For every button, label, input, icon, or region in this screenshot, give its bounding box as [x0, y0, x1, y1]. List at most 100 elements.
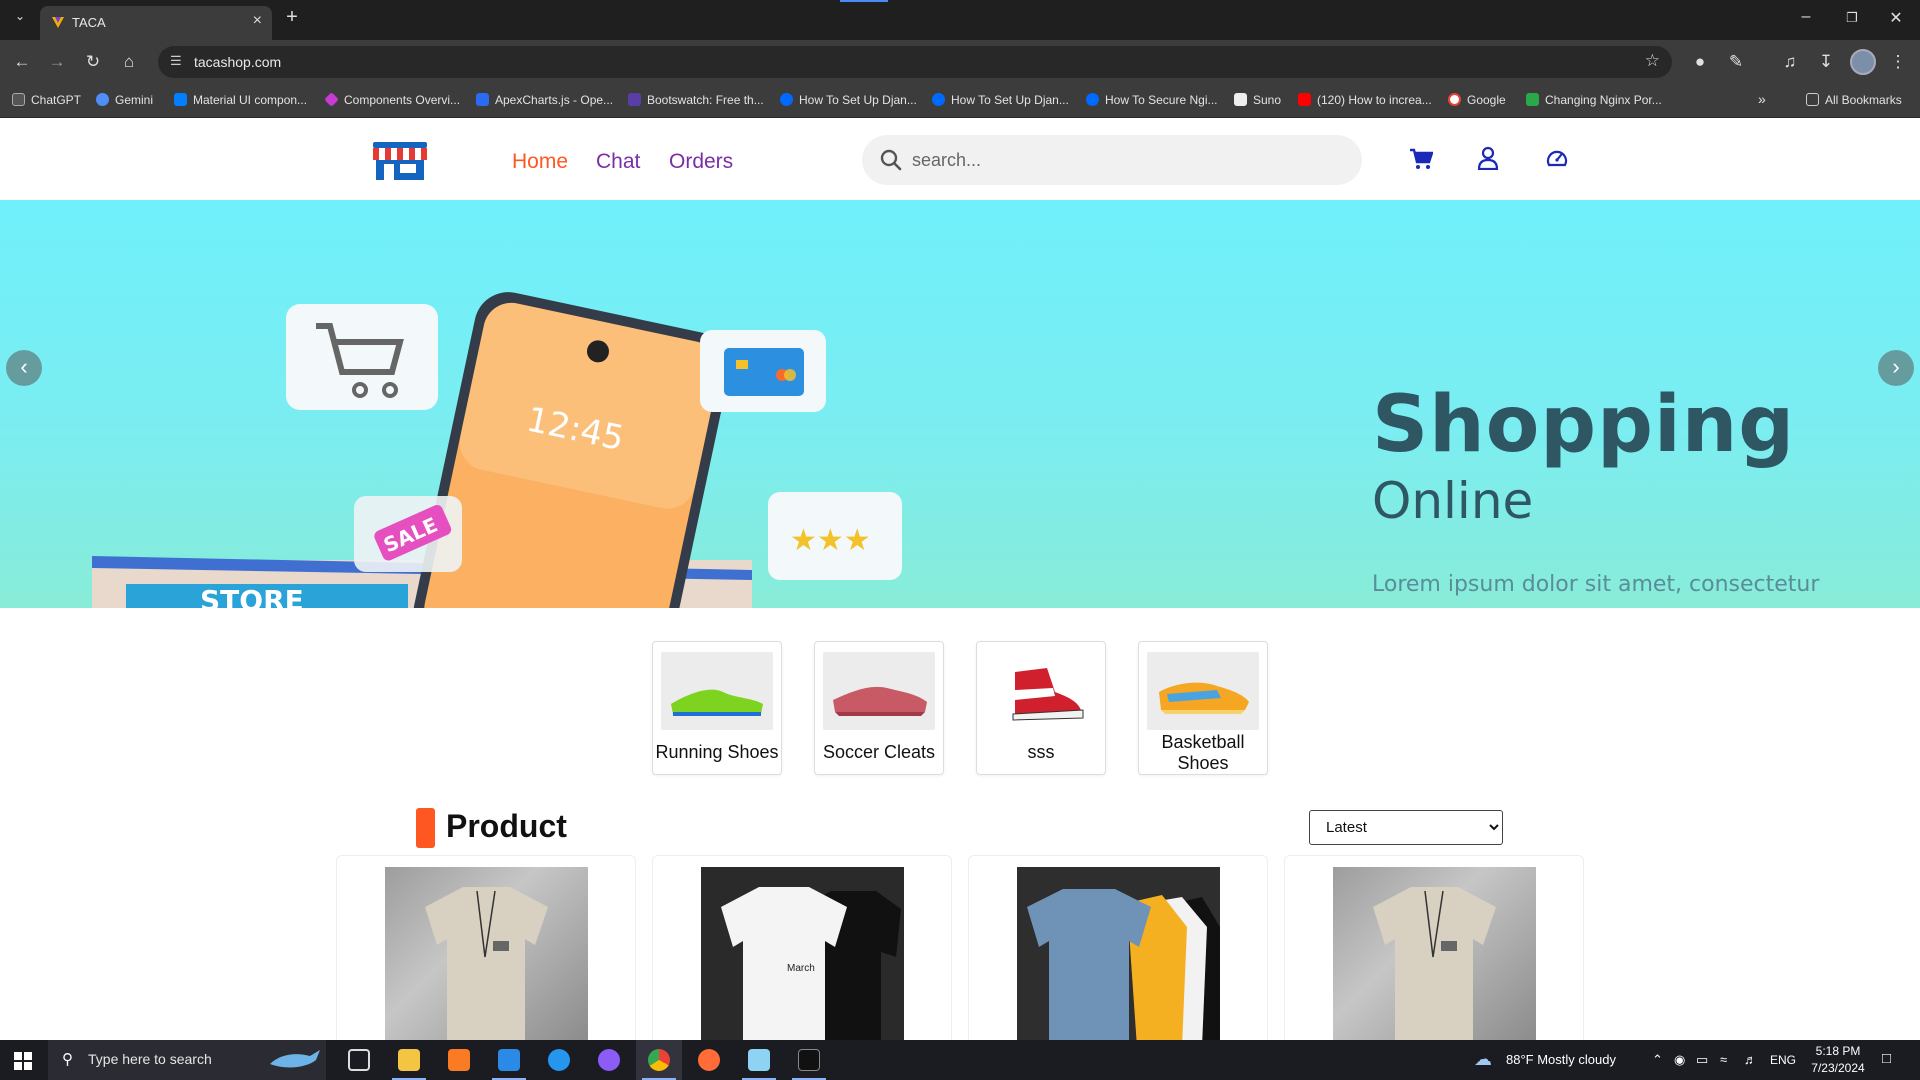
product-card[interactable]	[336, 855, 636, 1055]
site-favicon-icon	[52, 17, 64, 28]
bookmark-item[interactable]: Changing Nginx Por...	[1526, 93, 1662, 107]
volume-icon[interactable]: ♬	[1744, 1052, 1757, 1067]
search-input[interactable]	[912, 147, 1332, 173]
github-desktop-icon[interactable]	[586, 1040, 632, 1080]
battery-icon[interactable]: ▭	[1696, 1052, 1708, 1068]
store-sign-text: STORE	[200, 584, 304, 608]
soccer-cleat-icon	[833, 686, 927, 716]
product-image	[385, 867, 588, 1047]
bookmark-item[interactable]: Gemini	[96, 93, 153, 107]
search-icon[interactable]: ⚲	[62, 1050, 73, 1068]
bookmark-item[interactable]: ApexCharts.js - Ope...	[476, 93, 613, 107]
user-icon[interactable]	[1477, 146, 1499, 170]
cart-icon[interactable]	[1409, 148, 1433, 170]
minimize-icon[interactable]: –	[1786, 8, 1826, 26]
new-tab-icon[interactable]: +	[272, 6, 312, 29]
wifi-icon[interactable]: ≈	[1720, 1052, 1727, 1067]
close-window-icon[interactable]: ✕	[1876, 8, 1916, 28]
xampp-icon[interactable]	[436, 1040, 482, 1080]
weather-text[interactable]: 88°F Mostly cloudy	[1506, 1052, 1616, 1067]
running-shoe-icon	[671, 689, 763, 716]
bookmark-item[interactable]: How To Set Up Djan...	[780, 93, 917, 107]
digitalocean-icon	[780, 93, 793, 106]
postman-icon[interactable]	[686, 1040, 732, 1080]
bookmark-star-icon[interactable]: ☆	[1645, 51, 1660, 71]
weather-icon[interactable]: ☁	[1474, 1049, 1492, 1070]
bookmark-item[interactable]: How To Set Up Djan...	[932, 93, 1069, 107]
nav-home[interactable]: Home	[512, 150, 568, 174]
notifications-icon[interactable]: □	[1882, 1050, 1891, 1067]
tab-search-icon[interactable]: ⌄	[0, 9, 40, 23]
category-card-basketball-shoes[interactable]: Basketball Shoes	[1138, 641, 1268, 775]
tab-title: TACA	[72, 15, 106, 30]
mui-icon	[174, 93, 187, 106]
notepad-icon[interactable]	[736, 1040, 782, 1080]
task-view-icon[interactable]	[336, 1040, 382, 1080]
bookmark-item[interactable]: (120) How to increa...	[1298, 93, 1432, 107]
address-url: tacashop.com	[194, 54, 282, 70]
components-icon	[324, 92, 339, 107]
category-card-running-shoes[interactable]: Running Shoes	[652, 641, 782, 775]
browser-tab[interactable]: TACA ×	[40, 6, 272, 40]
back-icon[interactable]: ←	[10, 50, 34, 74]
docker-icon[interactable]	[536, 1040, 582, 1080]
close-tab-icon[interactable]: ×	[253, 12, 262, 30]
chrome-icon[interactable]	[636, 1040, 682, 1080]
more-bookmarks-icon[interactable]: »	[1758, 91, 1766, 107]
forward-icon[interactable]: →	[45, 50, 69, 74]
windows-start-icon[interactable]	[14, 1052, 32, 1070]
home-icon[interactable]: ⌂	[117, 50, 141, 74]
bookmark-item[interactable]: How To Secure Ngi...	[1086, 93, 1218, 107]
product-card[interactable]	[1284, 855, 1584, 1055]
nginx-icon	[1526, 93, 1539, 106]
reload-icon[interactable]: ↻	[81, 50, 105, 74]
sort-select[interactable]: Latest	[1309, 810, 1503, 845]
digitalocean-icon	[932, 93, 945, 106]
store-logo-icon[interactable]	[370, 138, 430, 182]
category-card-soccer-cleats[interactable]: Soccer Cleats	[814, 641, 944, 775]
bookmark-item[interactable]: Google	[1448, 93, 1506, 107]
bookmark-item[interactable]: Components Overvi...	[324, 92, 460, 107]
carousel-prev-button[interactable]: ‹	[6, 350, 42, 386]
bookmark-item[interactable]: Suno	[1234, 93, 1281, 107]
nav-chat[interactable]: Chat	[596, 150, 640, 174]
show-hidden-icons[interactable]: ⌃	[1652, 1052, 1663, 1068]
carousel-next-button[interactable]: ›	[1878, 350, 1914, 386]
bookmark-item[interactable]: ChatGPT	[12, 93, 81, 107]
product-card[interactable]	[968, 855, 1268, 1055]
vscode-icon[interactable]	[486, 1040, 532, 1080]
media-icon[interactable]: ♫	[1778, 50, 1802, 74]
browser-toolbar: ← → ↻ ⌂ ☰ tacashop.com ☆ ● ✎ ♫ ↧ ⋮	[0, 40, 1920, 84]
terminal-icon[interactable]	[786, 1040, 832, 1080]
puzzle-icon[interactable]: ✎	[1724, 50, 1748, 74]
bookmark-item[interactable]: Material UI compon...	[174, 93, 307, 107]
search-highlight-icon	[270, 1050, 320, 1068]
loading-indicator	[840, 0, 888, 2]
category-card-sss[interactable]: sss	[976, 641, 1106, 775]
site-header: Home Chat Orders	[0, 118, 1920, 200]
download-icon[interactable]: ↧	[1814, 50, 1838, 74]
extension-icon[interactable]: ●	[1688, 50, 1712, 74]
search-icon[interactable]	[880, 149, 902, 171]
category-label: sss	[1027, 742, 1055, 762]
language-indicator[interactable]: ENG	[1770, 1053, 1796, 1067]
taskbar-search-box: ⚲	[48, 1040, 326, 1080]
meet-now-icon[interactable]: ◉	[1674, 1052, 1685, 1068]
file-explorer-icon[interactable]	[386, 1040, 432, 1080]
clock-time[interactable]: 5:18 PM	[1810, 1044, 1866, 1058]
bookmarks-bar: ChatGPT Gemini Material UI compon... Com…	[0, 84, 1920, 118]
all-bookmarks-folder[interactable]: All Bookmarks	[1806, 93, 1902, 107]
youtube-icon	[1298, 93, 1311, 106]
clock-date[interactable]: 7/23/2024	[1806, 1061, 1870, 1075]
nav-orders[interactable]: Orders	[669, 150, 733, 174]
menu-kebab-icon[interactable]: ⋮	[1886, 50, 1910, 74]
restore-icon[interactable]: ❐	[1832, 10, 1872, 26]
tshirt-icon	[1027, 889, 1220, 1047]
bookmark-item[interactable]: Bootswatch: Free th...	[628, 93, 764, 107]
address-bar[interactable]: ☰ tacashop.com ☆	[158, 46, 1672, 78]
gemini-icon	[96, 93, 109, 106]
site-info-icon[interactable]: ☰	[170, 53, 182, 69]
dashboard-gauge-icon[interactable]	[1546, 148, 1568, 168]
profile-avatar[interactable]	[1850, 49, 1876, 75]
product-card[interactable]: March	[652, 855, 952, 1055]
